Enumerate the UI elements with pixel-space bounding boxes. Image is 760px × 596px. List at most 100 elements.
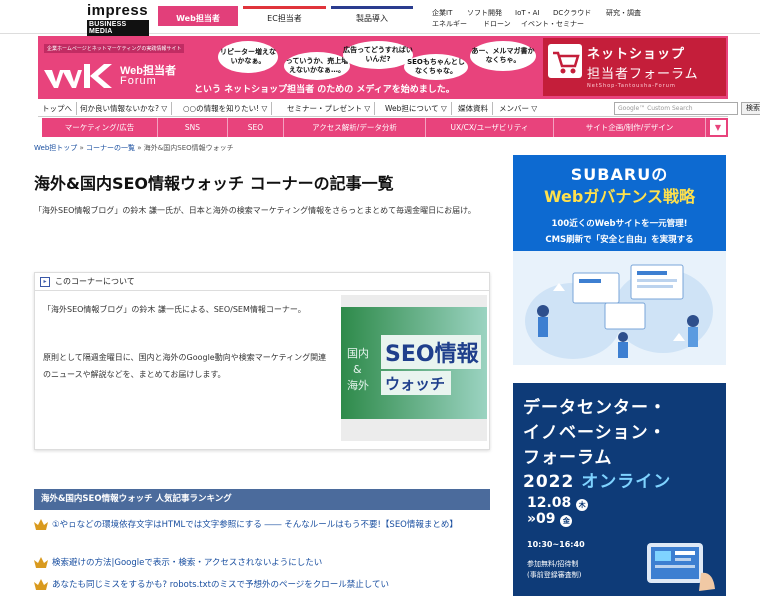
ad-subaru-copy: 100近くのWebサイトを一元管理! [551, 219, 688, 229]
nav-top[interactable]: トップへ [38, 102, 77, 115]
nav-seminar[interactable]: セミナー・プレゼント ▽ [283, 102, 376, 115]
nav-know-info[interactable]: ○○の情報を知りたい! ▽ [179, 102, 273, 115]
shop-english: NetShop-Tantousha-Forum [587, 83, 676, 89]
nav-about[interactable]: Web担について ▽ [381, 102, 452, 115]
ranking-item[interactable]: 検索避けの方法|Googleで表示・検索・アクセスされないようにしたい [34, 556, 494, 570]
shop-subtitle: 担当者フォーラム [587, 67, 699, 82]
ranking-item-link[interactable]: 検索避けの方法|Googleで表示・検索・アクセスされないようにしたい [52, 556, 494, 570]
search-input[interactable]: Google™ Custom Search [614, 102, 738, 115]
office-illustration-icon [525, 264, 713, 359]
banner-copy: という ネットショップ担当者 のための メディアを始めました。 [194, 85, 455, 95]
info-icon: ▸ [40, 277, 50, 287]
ad-dc-title: フォーラム [523, 448, 613, 468]
cat-sns[interactable]: SNS [158, 118, 228, 137]
netshop-forum-logo[interactable]: ネットショップ 担当者フォーラム NetShop-Tantousha-Forum [543, 38, 726, 96]
ad-dc-time: 10:30~16:40 [527, 540, 585, 549]
shop-title: ネットショップ [587, 47, 686, 62]
link-energy[interactable]: エネルギー [432, 19, 467, 29]
breadcrumb-separator: » [137, 144, 142, 152]
ad-dc-date-end: »09 [527, 511, 556, 527]
ad-dc-fee: 参加無料/招待制 (事前登録審査制) [527, 559, 581, 581]
ad-dc-title: データセンター・ [523, 398, 667, 418]
ranking-item[interactable]: ①やㇿなどの環境依存文字はHTMLでは文字参照にする ―― そんなルールはもう不… [34, 518, 494, 532]
ad-dc-online: オンライン [581, 472, 672, 492]
corner-about-box: ▸ このコーナーについて 「海外SEO情報ブログ」の鈴木 謙一氏による、SEO/… [34, 272, 490, 450]
cat-seo[interactable]: SEO [228, 118, 284, 137]
corner-about-title: このコーナーについて [55, 277, 135, 286]
link-iot-ai[interactable]: IoT・AI [515, 8, 539, 18]
ranking-item-link[interactable]: あなたも同じミスをするかも? robots.txtのミスで予想外のページをクロー… [52, 578, 494, 592]
image-text-side: 国内 [347, 346, 369, 360]
speech-bubble: リピーター増えないかなぁ。 [218, 41, 278, 73]
breadcrumb-current: 海外&国内SEO情報ウォッチ [143, 144, 234, 152]
link-events[interactable]: イベント・セミナー [521, 19, 584, 29]
ranking-item-link[interactable]: ①やㇿなどの環境依存文字はHTMLでは文字参照にする ―― そんなルールはもう不… [52, 518, 494, 532]
corner-thumbnail: SEO情報 ウォッチ 国内 & 海外 [341, 295, 487, 441]
ad-dc-year: 2022 [523, 472, 575, 492]
link-research[interactable]: 研究・調査 [606, 8, 641, 18]
page-intro: 「海外SEO情報ブログ」の鈴木 謙一氏が、日本と海外の検索マーケティング情報をさ… [34, 206, 476, 215]
crown-icon [34, 557, 48, 568]
corner-about-text: 原則として隔週金曜日に、国内と海外のGoogle動向や検索マーケティング関連のニ… [43, 353, 327, 379]
logo-forum-text: Forum [120, 75, 157, 87]
link-kigyo-it[interactable]: 企業IT [432, 8, 452, 18]
link-dc-cloud[interactable]: DCクラウド [553, 8, 591, 18]
category-nav: マーケティング/広告 SNS SEO アクセス解析/データ分析 UX/CX/ユー… [42, 118, 728, 137]
ranking-item[interactable]: あなたも同じミスをするかも? robots.txtのミスで予想外のページをクロー… [34, 578, 494, 596]
cart-icon [548, 44, 582, 78]
image-text-sub: ウォッチ [385, 375, 445, 393]
wtf-logo-mark-icon [44, 64, 112, 88]
tab-ec-tantousha[interactable]: EC担当者 [243, 6, 326, 26]
image-text-side: & [353, 363, 362, 376]
cat-ux[interactable]: UX/CX/ユーザビリティ [426, 118, 554, 137]
ad-subaru-subtitle: Webガバナンス戦略 [543, 187, 696, 206]
cat-site-design[interactable]: サイト企画/制作/デザイン [554, 118, 706, 137]
crown-icon [34, 579, 48, 590]
ad-dc-dow: 木 [576, 499, 589, 511]
tab-seihin-dounyuu[interactable]: 製品導入 [331, 6, 413, 26]
impress-logo-text: impress [87, 2, 149, 19]
ad-subaru-illustration [513, 251, 726, 365]
site-tagline: 企業ホームページとネットマーケティングの実践情報サイト [44, 44, 185, 53]
header-banner: 企業ホームページとネットマーケティングの実践情報サイト Web担当者 Forum… [38, 36, 728, 99]
ad-subaru-copy: CMS刷新で「安全と自由」を実現する [545, 235, 694, 245]
breadcrumb-separator: » [79, 144, 84, 152]
link-soft-dev[interactable]: ソフト開発 [467, 8, 502, 18]
image-text-main: SEO情報 [385, 341, 480, 367]
tab-web-tantousha[interactable]: Web担当者 [158, 6, 238, 26]
link-drone[interactable]: ドローン [483, 19, 511, 29]
impress-logo[interactable]: impress BUSINESS MEDIA [87, 2, 149, 36]
business-media-text: BUSINESS MEDIA [87, 20, 149, 36]
ad-dc-date: 12.08 木 »09 金 [527, 495, 589, 527]
nav-find-info[interactable]: 何か良い情報ないかな? ▽ [76, 102, 173, 115]
page-title: 海外&国内SEO情報ウォッチ コーナーの記事一覧 [34, 174, 394, 193]
ranking-header: 海外&国内SEO情報ウォッチ 人気記事ランキング [34, 489, 490, 510]
seo-watch-image: SEO情報 ウォッチ 国内 & 海外 [341, 307, 487, 419]
crown-icon [34, 519, 48, 530]
nav-media-kit[interactable]: 媒体資料 [454, 102, 493, 115]
cat-analytics[interactable]: アクセス解析/データ分析 [284, 118, 426, 137]
image-text-side: 海外 [347, 378, 369, 392]
speech-bubble: っていうか、売上増えないかなぁ…。 [284, 52, 350, 80]
cat-marketing[interactable]: マーケティング/広告 [42, 118, 158, 137]
global-nav: トップへ 何か良い情報ないかな? ▽ ○○の情報を知りたい! ▽ セミナー・プレ… [38, 100, 760, 117]
web-tantousha-forum-logo[interactable]: Web担当者 Forum [44, 62, 194, 90]
ad-dc-dow: 金 [560, 515, 573, 527]
ad-dc-date-start: 12.08 [527, 495, 572, 511]
ad-subaru-banner[interactable]: SUBARUの Webガバナンス戦略 100近くのWebサイトを一元管理! CM… [513, 155, 726, 365]
nav-members[interactable]: メンバー ▽ [495, 102, 541, 115]
speech-bubble: SEOもちゃんとしなくちゃな。 [404, 54, 468, 80]
breadcrumb: Web担トップ » コーナーの一覧 » 海外&国内SEO情報ウォッチ [34, 143, 234, 153]
search-button[interactable]: 検索 [741, 102, 760, 115]
ad-dc-fee-line: (事前登録審査制) [527, 571, 582, 579]
speech-bubble: 広告ってどうすればいいんだ? [343, 41, 413, 69]
ad-dc-forum-banner[interactable]: データセンター・ イノベーション・ フォーラム 2022 オンライン 12.08… [513, 383, 726, 596]
tablet-illustration-icon [647, 543, 715, 591]
ad-dc-title: イノベーション・ [523, 423, 667, 443]
top-bar: impress BUSINESS MEDIA Web担当者 EC担当者 製品導入… [0, 0, 760, 36]
breadcrumb-corner-list[interactable]: コーナーの一覧 [86, 144, 135, 152]
breadcrumb-home[interactable]: Web担トップ [34, 144, 77, 152]
speech-bubble: あー、メルマガ書かなくちゃ。 [470, 41, 536, 71]
more-categories-button[interactable]: ▼ [710, 120, 726, 135]
corner-about-text: 「海外SEO情報ブログ」の鈴木 謙一氏による、SEO/SEM情報コーナー。 [43, 305, 306, 314]
